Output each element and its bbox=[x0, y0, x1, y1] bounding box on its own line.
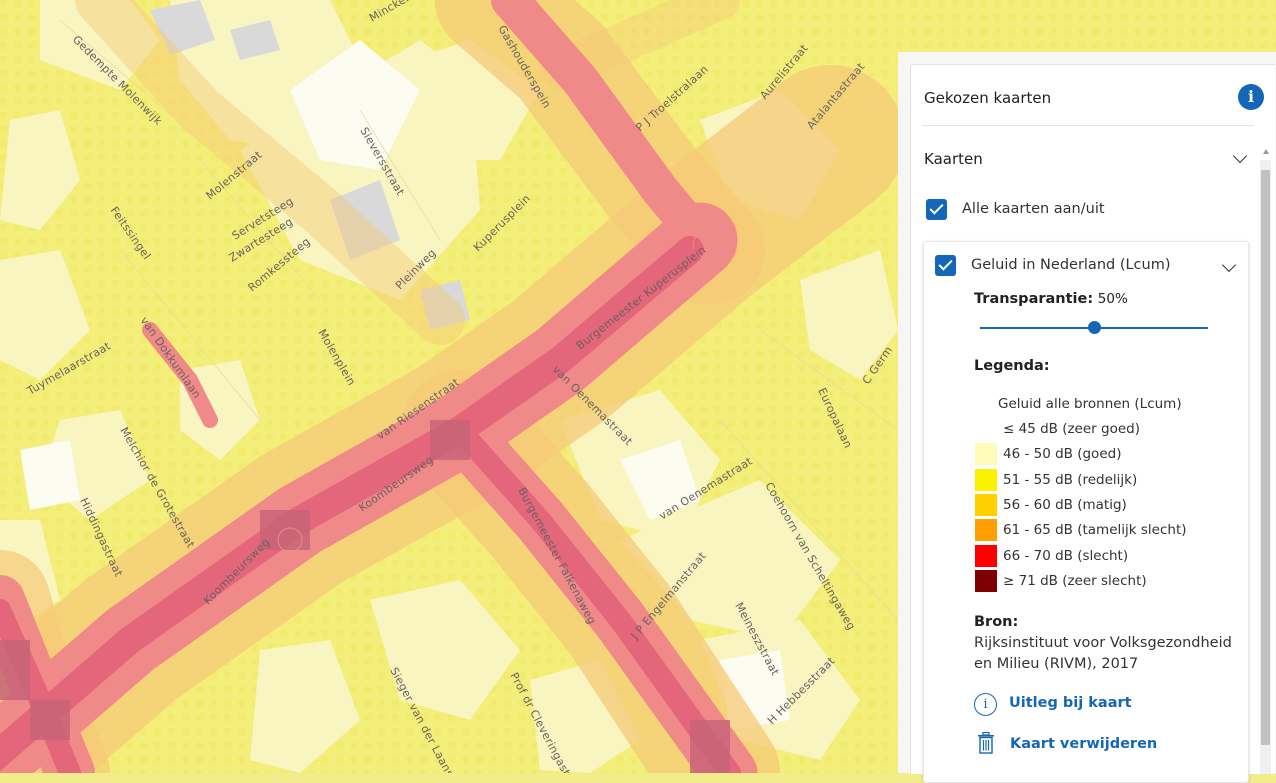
legend-title: Legenda: bbox=[974, 358, 1050, 374]
legend-swatch bbox=[975, 443, 997, 466]
legend-swatch bbox=[975, 418, 997, 440]
transparency-title: Transparantie: bbox=[974, 291, 1094, 307]
legend-swatch bbox=[975, 493, 997, 516]
toggle-all-label[interactable]: Alle kaarten aan/uit bbox=[962, 201, 1105, 217]
remove-map-link[interactable]: Kaart verwijderen bbox=[1010, 736, 1157, 752]
chevron-down-icon[interactable] bbox=[1232, 148, 1248, 164]
legend-item: ≥ 71 dB (zeer slecht) bbox=[975, 569, 1235, 592]
transparency-slider-handle[interactable] bbox=[1088, 321, 1101, 334]
scrollbar-thumb[interactable] bbox=[1261, 170, 1270, 745]
legend-swatch bbox=[975, 519, 997, 542]
toggle-all-checkbox[interactable] bbox=[926, 199, 947, 220]
legend-label: 51 - 55 dB (redelijk) bbox=[1003, 471, 1138, 488]
source-text-line-2: en Milieu (RIVM), 2017 bbox=[974, 656, 1139, 672]
legend-item: 66 - 70 dB (slecht) bbox=[975, 544, 1235, 567]
legend-swatch bbox=[975, 544, 997, 567]
legend-subtitle: Geluid alle bronnen (Lcum) bbox=[998, 396, 1182, 412]
scroll-up-arrow-icon[interactable] bbox=[1263, 149, 1269, 154]
legend-label: 66 - 70 dB (slecht) bbox=[1003, 547, 1129, 564]
explain-map-link[interactable]: Uitleg bij kaart bbox=[1009, 695, 1132, 711]
legend-label: 56 - 60 dB (matig) bbox=[1003, 496, 1127, 513]
transparency-value: 50% bbox=[1097, 291, 1128, 307]
legend-label: 61 - 65 dB (tamelijk slecht) bbox=[1003, 522, 1187, 539]
source-text-line-1: Rijksinstituut voor Volksgezondheid bbox=[974, 635, 1232, 651]
info-icon[interactable]: i bbox=[1238, 84, 1264, 110]
info-outline-icon[interactable]: i bbox=[974, 693, 997, 716]
legend-item: 56 - 60 dB (matig) bbox=[975, 493, 1235, 516]
layer-name[interactable]: Geluid in Nederland (Lcum) bbox=[971, 257, 1171, 273]
legend-item: 61 - 65 dB (tamelijk slecht) bbox=[975, 519, 1235, 542]
legend-swatch bbox=[975, 569, 997, 592]
layer-checkbox[interactable] bbox=[935, 255, 956, 276]
section-title-kaarten[interactable]: Kaarten bbox=[924, 150, 983, 168]
source-title: Bron: bbox=[974, 614, 1019, 630]
legend-swatch bbox=[975, 468, 997, 491]
divider bbox=[922, 125, 1254, 126]
legend-label: ≤ 45 dB (zeer goed) bbox=[1003, 421, 1140, 437]
transparency-label: Transparantie: 50% bbox=[974, 291, 1128, 307]
legend-item: ≤ 45 dB (zeer goed) bbox=[975, 418, 1235, 440]
legend-label: ≥ 71 dB (zeer slecht) bbox=[1003, 572, 1147, 589]
legend-item: 51 - 55 dB (redelijk) bbox=[975, 468, 1235, 491]
legend-label: 46 - 50 dB (goed) bbox=[1003, 446, 1122, 463]
trash-icon[interactable] bbox=[977, 731, 995, 754]
panel-title: Gekozen kaarten bbox=[924, 89, 1052, 107]
legend-item: 46 - 50 dB (goed) bbox=[975, 443, 1235, 466]
selected-maps-panel: Gekozen kaarten i Kaarten Alle kaarten a… bbox=[910, 64, 1275, 783]
